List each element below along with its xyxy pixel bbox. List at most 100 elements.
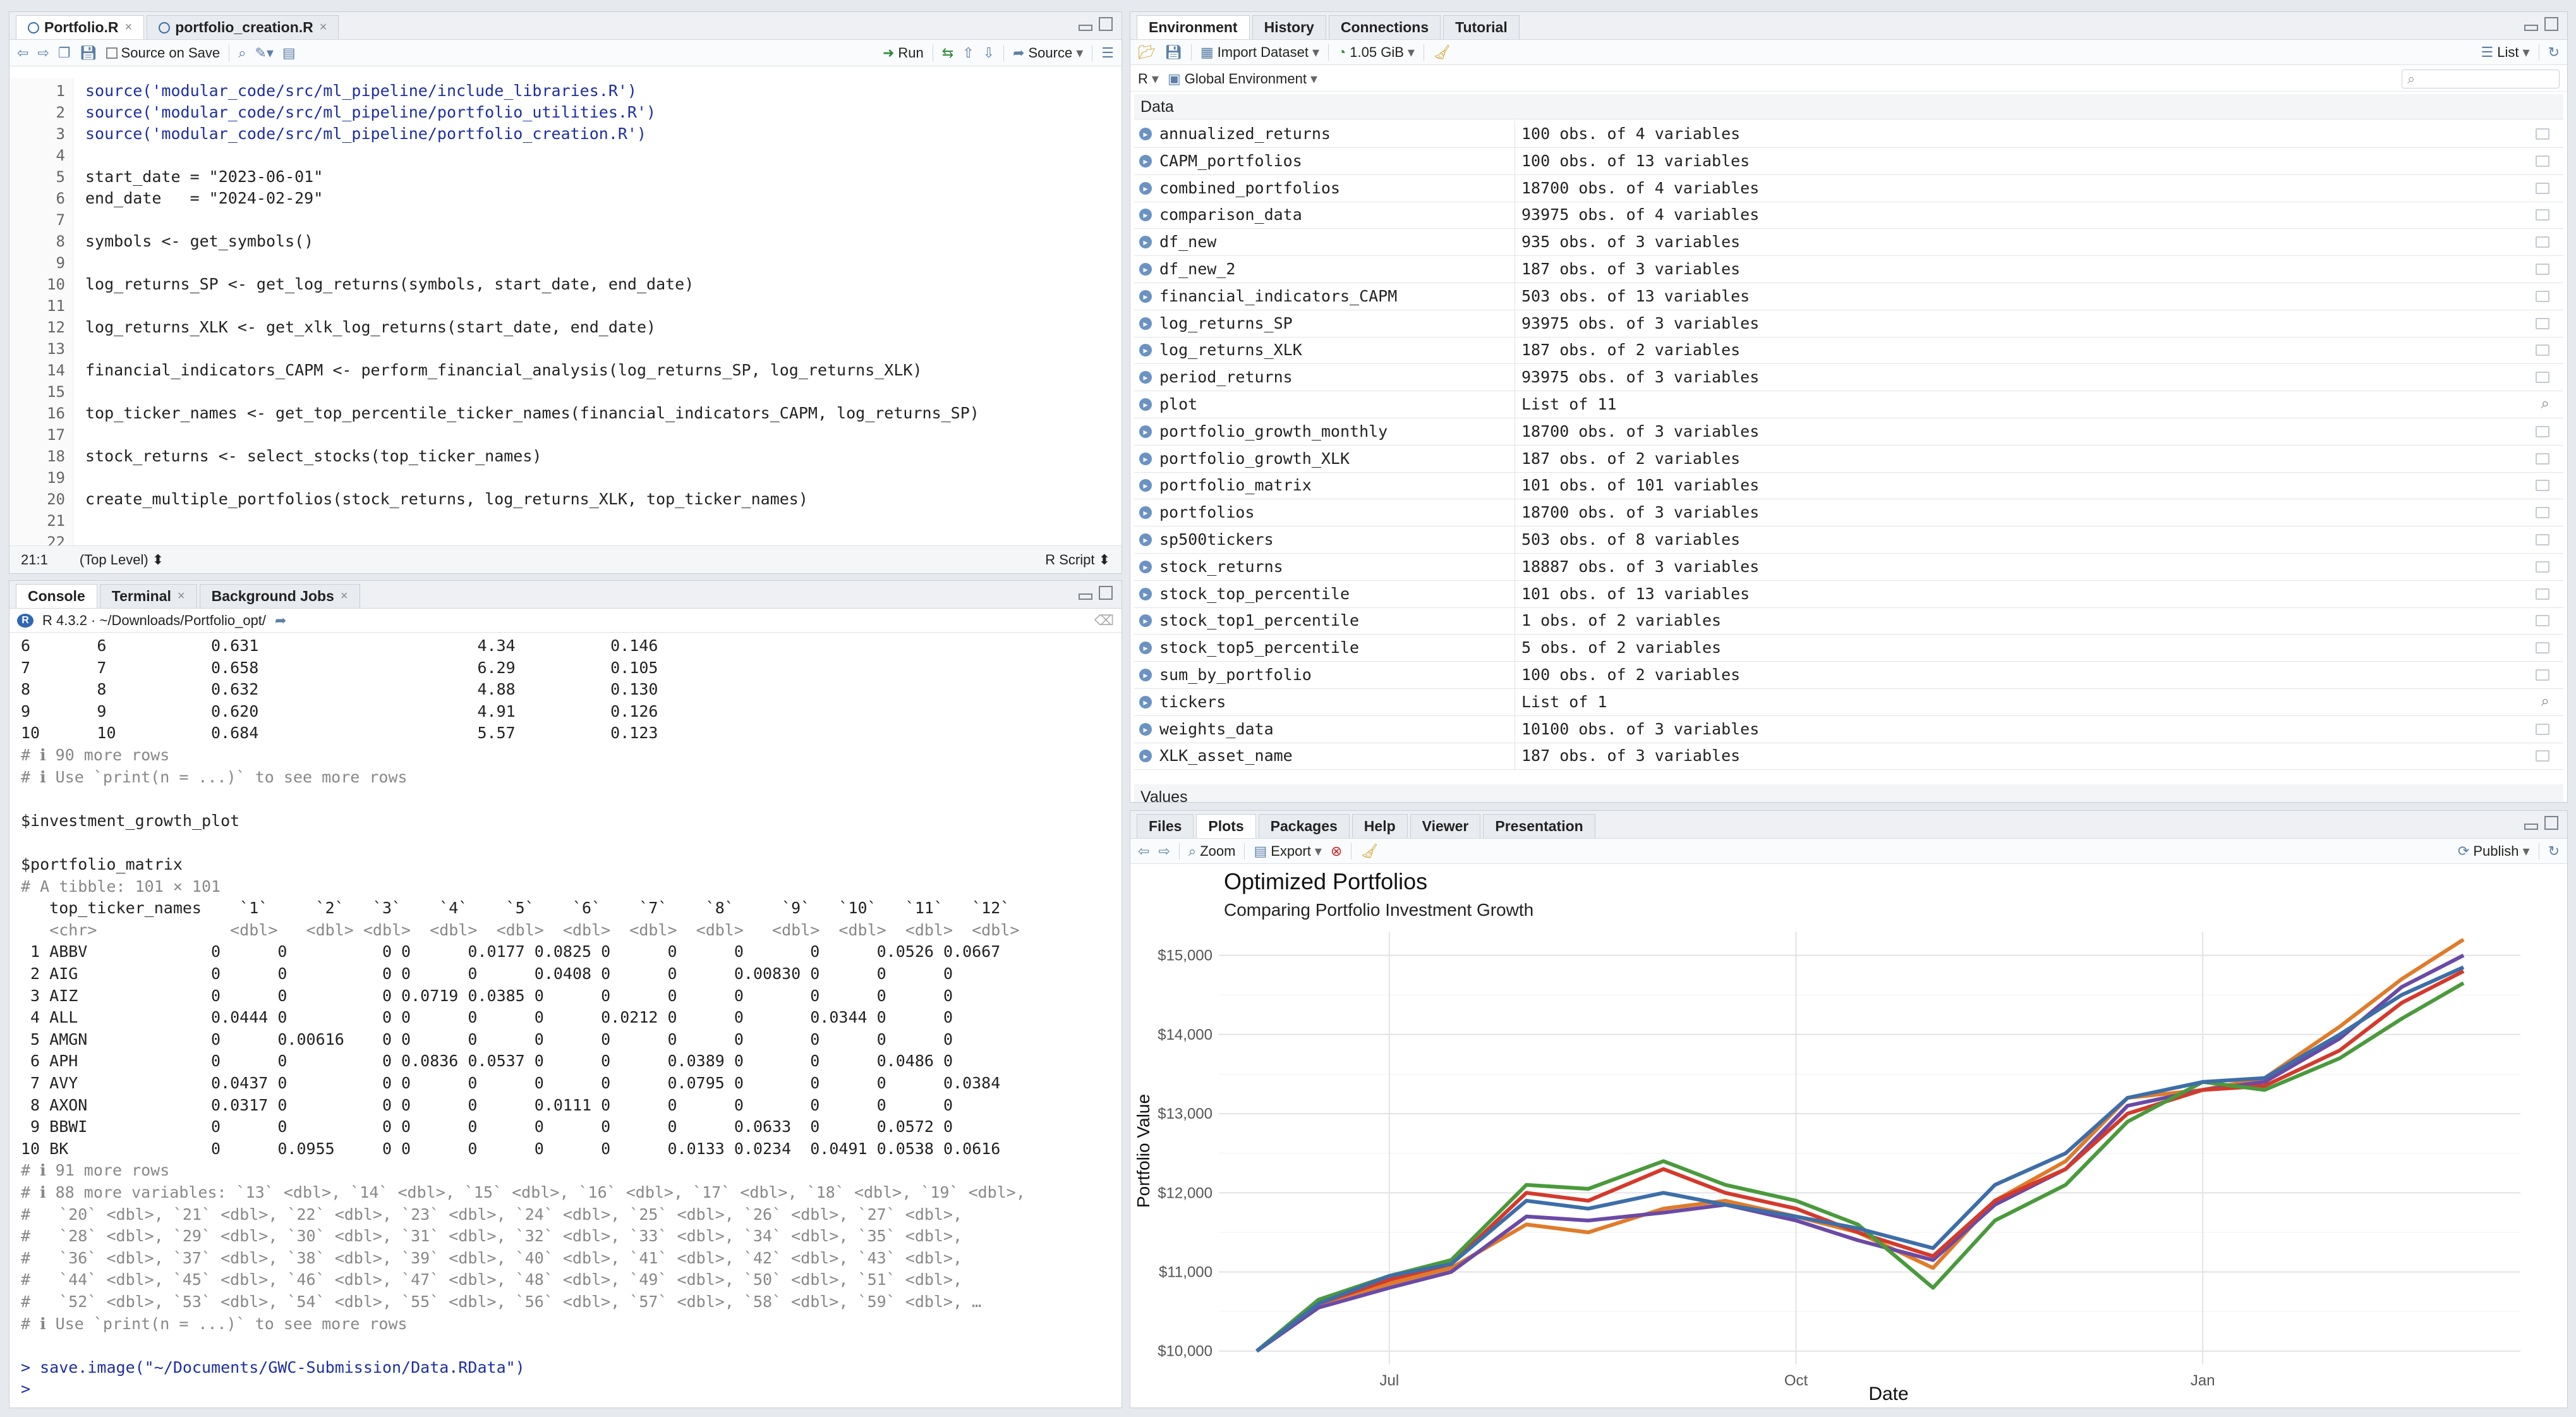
environment-row[interactable]: ▸ log_returns_XLK 187 obs. of 2 variables: [1134, 337, 2563, 365]
tab-portfolio-r[interactable]: Portfolio.R ×: [16, 15, 145, 39]
expand-icon[interactable]: ▸: [1139, 398, 1152, 411]
tab-packages[interactable]: Packages: [1258, 814, 1350, 838]
save-icon[interactable]: 💾︎: [80, 45, 97, 61]
rerun-icon[interactable]: ⇆: [942, 45, 953, 61]
expand-icon[interactable]: ▸: [1139, 371, 1152, 384]
expand-icon[interactable]: ▸: [1139, 695, 1152, 708]
view-data-icon[interactable]: [2536, 534, 2549, 545]
environment-row[interactable]: ▸ portfolio_growth_monthly 18700 obs. of 3…: [1134, 418, 2563, 446]
view-data-icon[interactable]: [2536, 723, 2549, 735]
clear-console-icon[interactable]: ⌫: [1094, 612, 1114, 629]
expand-icon[interactable]: ▸: [1139, 587, 1152, 600]
expand-icon[interactable]: ▸: [1139, 669, 1152, 681]
view-data-icon[interactable]: [2536, 372, 2549, 384]
minimize-icon[interactable]: [1079, 25, 1092, 31]
tab-history[interactable]: History: [1252, 15, 1326, 39]
expand-icon[interactable]: ▸: [1139, 452, 1152, 465]
language-dropdown[interactable]: R ▾: [1138, 71, 1159, 87]
environment-row[interactable]: ▸ df_new 935 obs. of 3 variables: [1134, 229, 2563, 257]
code-editor[interactable]: 1 source('modular_code/src/ml_pipeline/in…: [9, 78, 1122, 551]
tab-portfolio-creation-r[interactable]: portfolio_creation.R ×: [147, 15, 339, 39]
source-button[interactable]: ➦ Source ▾: [1013, 45, 1083, 61]
view-mode-dropdown[interactable]: ☰ List ▾: [2481, 44, 2530, 61]
environment-row[interactable]: ▸ XLK_asset_name 187 obs. of 3 variables: [1134, 743, 2563, 770]
tab-terminal[interactable]: Terminal ×: [99, 584, 197, 608]
tab-plots[interactable]: Plots: [1196, 814, 1256, 838]
previous-plot-icon[interactable]: ⇦: [1138, 843, 1149, 860]
go-to-directory-icon[interactable]: ➦: [275, 612, 286, 629]
expand-icon[interactable]: ▸: [1139, 344, 1152, 357]
zoom-button[interactable]: ⌕ Zoom: [1188, 843, 1236, 860]
forward-arrow-icon[interactable]: ⇨: [37, 45, 49, 61]
view-data-icon[interactable]: [2536, 128, 2549, 140]
close-icon[interactable]: ×: [125, 20, 133, 35]
environment-row[interactable]: ▸ portfolios 18700 obs. of 3 variables: [1134, 499, 2563, 527]
outline-icon[interactable]: ☰: [1101, 45, 1114, 61]
back-arrow-icon[interactable]: ⇦: [17, 45, 28, 61]
file-type-selector[interactable]: R Script ⬍: [1045, 552, 1110, 568]
view-data-icon[interactable]: [2536, 182, 2549, 194]
environment-row[interactable]: ▸ combined_portfolios 18700 obs. of 4 vari…: [1134, 174, 2563, 202]
search-icon[interactable]: ⌕: [2541, 693, 2549, 710]
expand-icon[interactable]: ▸: [1139, 425, 1152, 438]
view-data-icon[interactable]: [2536, 209, 2549, 221]
environment-row[interactable]: ▸ portfolio_growth_XLK 187 obs. of 2 varia…: [1134, 445, 2563, 473]
save-icon[interactable]: 💾︎: [1164, 44, 1182, 61]
environment-search-input[interactable]: ⌕: [2402, 69, 2560, 88]
tab-presentation[interactable]: Presentation: [1483, 814, 1595, 838]
view-data-icon[interactable]: [2536, 425, 2549, 437]
view-data-icon[interactable]: [2536, 344, 2549, 356]
maximize-icon[interactable]: [2544, 17, 2558, 31]
expand-icon[interactable]: ▸: [1139, 181, 1152, 195]
broom-icon[interactable]: 🧹︎: [1433, 44, 1451, 61]
maximize-icon[interactable]: [1099, 586, 1113, 600]
view-data-icon[interactable]: [2536, 642, 2549, 654]
up-section-icon[interactable]: ⇧: [962, 45, 974, 61]
environment-row[interactable]: ▸ portfolio_matrix 101 obs. of 101 variabl…: [1134, 472, 2563, 500]
expand-icon[interactable]: ▸: [1139, 263, 1152, 276]
expand-icon[interactable]: ▸: [1139, 154, 1152, 167]
view-data-icon[interactable]: [2536, 507, 2549, 519]
close-icon[interactable]: ×: [341, 589, 348, 604]
minimize-icon[interactable]: [2524, 824, 2538, 830]
tab-files[interactable]: Files: [1137, 814, 1194, 838]
show-in-window-icon[interactable]: ❐: [58, 45, 71, 61]
minimize-icon[interactable]: [1079, 593, 1092, 600]
memory-usage-button[interactable]: ◔ 1.05 GiB ▾: [1338, 44, 1415, 61]
tab-console[interactable]: Console: [16, 584, 97, 608]
source-on-save-checkbox[interactable]: Source on Save: [106, 45, 220, 61]
environment-row[interactable]: ▸ stock_top_percentile 101 obs. of 13 vari…: [1134, 580, 2563, 608]
expand-icon[interactable]: ▸: [1139, 722, 1152, 736]
expand-icon[interactable]: ▸: [1139, 750, 1152, 763]
environment-row[interactable]: ▸ log_returns_SP 93975 obs. of 3 variables: [1134, 310, 2563, 338]
environment-row[interactable]: ▸ sp500tickers 503 obs. of 8 variables: [1134, 526, 2563, 554]
view-data-icon[interactable]: [2536, 588, 2549, 600]
view-data-icon[interactable]: [2536, 750, 2549, 762]
environment-row[interactable]: ▸ annualized_returns 100 obs. of 4 variabl…: [1134, 121, 2563, 148]
expand-icon[interactable]: ▸: [1139, 614, 1152, 628]
environment-row[interactable]: ▸ df_new_2 187 obs. of 3 variables: [1134, 256, 2563, 283]
down-section-icon[interactable]: ⇩: [983, 45, 995, 61]
view-data-icon[interactable]: [2536, 290, 2549, 302]
expand-icon[interactable]: ▸: [1139, 128, 1152, 140]
view-data-icon[interactable]: [2536, 264, 2549, 275]
view-data-icon[interactable]: [2536, 453, 2549, 465]
maximize-icon[interactable]: [1099, 17, 1113, 31]
environment-row[interactable]: ▸ stock_returns 18887 obs. of 3 variables: [1134, 553, 2563, 581]
search-icon[interactable]: ⌕: [238, 45, 246, 61]
expand-icon[interactable]: ▸: [1139, 236, 1152, 249]
view-data-icon[interactable]: [2536, 480, 2549, 492]
view-data-icon[interactable]: [2536, 317, 2549, 329]
environment-row[interactable]: ▸ stock_top1_percentile 1 obs. of 2 variab…: [1134, 607, 2563, 635]
maximize-icon[interactable]: [2544, 816, 2558, 830]
expand-icon[interactable]: ▸: [1139, 479, 1152, 492]
scope-selector[interactable]: (Top Level) ⬍: [80, 552, 164, 568]
environment-row[interactable]: ▸ period_returns 93975 obs. of 3 variables: [1134, 364, 2563, 392]
expand-icon[interactable]: ▸: [1139, 289, 1152, 303]
expand-icon[interactable]: ▸: [1139, 533, 1152, 546]
import-dataset-button[interactable]: ▦ Import Dataset ▾: [1200, 44, 1319, 61]
tab-tutorial[interactable]: Tutorial: [1443, 15, 1520, 39]
tab-viewer[interactable]: Viewer: [1410, 814, 1481, 838]
expand-icon[interactable]: ▸: [1139, 560, 1152, 573]
export-button[interactable]: ▤ Export ▾: [1254, 843, 1321, 860]
